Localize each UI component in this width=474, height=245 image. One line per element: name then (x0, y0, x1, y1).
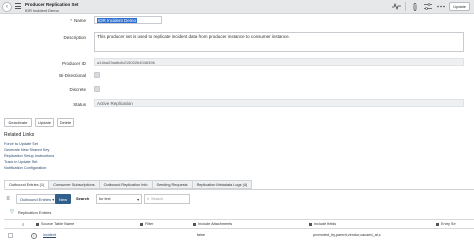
list-title: Outbound Entries (20, 196, 52, 202)
header-actions: Update (392, 2, 470, 11)
search-field-value: for text (99, 197, 111, 201)
delete-button[interactable]: Delete (57, 118, 74, 127)
column-label: Source Table Name (41, 222, 75, 226)
related-link-setup-instructions[interactable]: Replication Setup Instructions (4, 154, 54, 158)
tab-seeding-requests[interactable]: Seeding Requests (151, 180, 193, 189)
status-value: Active Replication (97, 101, 133, 106)
record-type-title: Producer Replication Set (25, 2, 79, 7)
related-link-notification-config[interactable]: Notification Configuration (4, 166, 46, 170)
filter-label[interactable]: Replication Entries (18, 210, 51, 215)
hamburger-icon[interactable] (15, 3, 21, 9)
record-name-subtitle: IDR Incident Demo (25, 8, 59, 13)
name-field[interactable]: IDR Incident Demo (94, 16, 162, 24)
producer-id-label: Producer ID (62, 61, 86, 66)
column-menu-icon[interactable] (140, 222, 143, 226)
bidirectional-checkbox[interactable] (94, 72, 100, 78)
tab-outbound-entries[interactable]: Outbound Entries (1) (4, 180, 50, 189)
related-link-generate-key[interactable]: Generate New Shared Key (4, 148, 49, 152)
back-button[interactable]: ‹ (2, 2, 12, 12)
discrete-checkbox[interactable] (94, 86, 100, 92)
producer-id-label-text: Producer ID (61, 61, 86, 66)
attachment-icon[interactable] (410, 2, 419, 11)
related-links-title: Related Links (4, 132, 35, 138)
search-placeholder: Search (151, 197, 164, 201)
info-icon[interactable]: i (31, 232, 37, 239)
producer-id-value: a14ba29adbdb215002b4046396 (97, 60, 155, 65)
sliders-icon[interactable] (423, 2, 432, 11)
producer-id-field: a14ba29adbdb215002b4046396 (94, 58, 464, 66)
search-label: Search (76, 196, 90, 201)
search-input[interactable]: ⌕ Search (144, 194, 190, 204)
search-icon: ⌕ (147, 197, 150, 201)
discrete-label: Discrete (69, 87, 86, 92)
column-label: Include Attachments (198, 222, 233, 226)
column-menu-icon[interactable] (193, 222, 196, 226)
list-menu-icon[interactable]: ≡ (4, 195, 12, 203)
column-label: Include fields (314, 222, 337, 226)
description-value: This producer set is used to replicate i… (97, 34, 290, 39)
column-filter[interactable]: Filter (140, 222, 153, 226)
cell-include-fields: promoted_by,parent,vendor,caused_at,c (313, 233, 381, 237)
bidirectional-label-text: Bi-Directional (59, 73, 86, 78)
tab-divider (4, 189, 474, 190)
update-button[interactable]: Update (35, 118, 54, 127)
filter-icon[interactable]: ▽ (10, 210, 15, 215)
deactivate-button[interactable]: Deactivate (4, 118, 32, 127)
bidirectional-label: Bi-Directional (59, 73, 86, 78)
required-asterisk: * (70, 18, 72, 23)
page-title: Producer Replication Set IDR Incident De… (25, 2, 79, 13)
column-label: Filter (145, 222, 154, 226)
related-list-tabs: Outbound Entries (1) Consumer Subscripti… (4, 180, 253, 189)
form-header: ‹ Producer Replication Set IDR Incident … (0, 0, 474, 14)
column-source-table[interactable]: Source Table Name (36, 222, 74, 226)
list-title-button[interactable]: Outbound Entries ▾ (16, 194, 59, 204)
related-link-track-update-set[interactable]: Track in Update Set (4, 160, 37, 164)
status-field: Active Replication (94, 99, 464, 107)
name-label: * Name (70, 18, 86, 23)
description-field[interactable]: This producer set is used to replicate i… (94, 32, 464, 52)
column-menu-icon[interactable] (436, 222, 439, 226)
tab-replication-metadata-logs[interactable]: Replication Metadata Logs (4) (191, 180, 253, 189)
filter-breadcrumb: ▽ Replication Entries (10, 210, 51, 216)
list-toolbar: ≡ Outbound Entries ▾ New Search for text… (4, 193, 474, 205)
chevron-down-icon: ▾ (137, 197, 139, 202)
column-entry-set[interactable]: Entry Se (436, 222, 456, 226)
column-menu-icon[interactable] (309, 222, 312, 226)
tab-consumer-subscriptions[interactable]: Consumer Subscriptions (48, 180, 100, 189)
table-header: ⌕ Source Table Name Filter Include Attac… (4, 219, 474, 229)
more-icon[interactable] (436, 2, 445, 11)
column-include-fields[interactable]: Include fields (309, 222, 336, 226)
chevron-left-icon: ‹ (6, 4, 8, 10)
row-checkbox[interactable] (8, 233, 13, 238)
cell-include-attachments: false (197, 233, 206, 237)
pulse-icon[interactable] (392, 2, 402, 11)
table-row[interactable]: i incident false promoted_by,parent,vend… (4, 231, 474, 241)
header-update-button[interactable]: Update (449, 2, 470, 11)
description-label: Description (63, 35, 86, 40)
status-label-text: Status (73, 102, 86, 107)
tab-outbound-replication-info[interactable]: Outbound Replication Info (98, 180, 153, 189)
search-field-select[interactable]: for text ▾ (96, 194, 142, 204)
column-search-icon[interactable]: ⌕ (22, 222, 25, 227)
discrete-label-text: Discrete (69, 87, 86, 92)
description-label-text: Description (63, 35, 86, 40)
divider (405, 2, 407, 11)
column-include-attachments[interactable]: Include Attachments (193, 222, 232, 226)
related-link-force-update-set[interactable]: Force to Update Set (4, 142, 38, 146)
status-label: Status (73, 102, 86, 107)
new-button[interactable]: New (55, 194, 71, 204)
name-label-text: Name (73, 18, 86, 23)
name-value: IDR Incident Demo (97, 18, 138, 23)
column-menu-icon[interactable] (36, 222, 39, 226)
column-label: Entry Se (441, 222, 456, 226)
cell-source-table[interactable]: incident (43, 233, 56, 237)
